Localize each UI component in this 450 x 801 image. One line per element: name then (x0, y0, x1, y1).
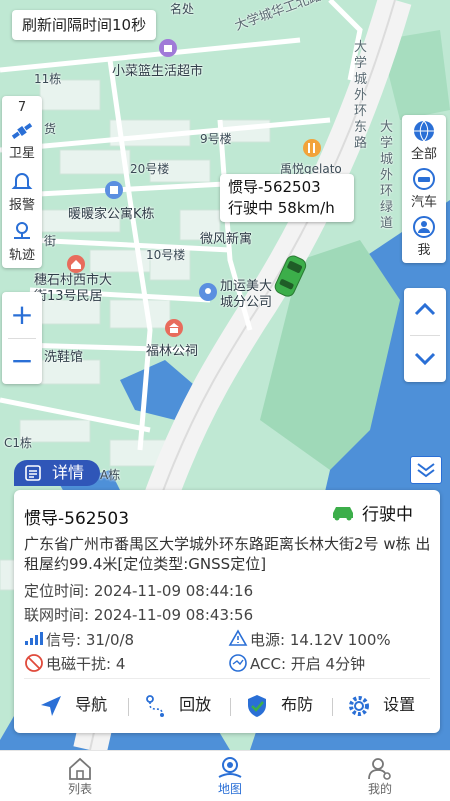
document-icon (25, 465, 41, 481)
detail-label: 详情 (52, 463, 85, 482)
settings-label: 设置 (383, 695, 416, 714)
track-icon (14, 222, 30, 239)
collapse-button[interactable] (410, 456, 442, 484)
card-address: 广东省广州市番禺区大学城外环东路距离长林大街2号 w栋 出租屋约99.4米[定位… (24, 535, 431, 573)
left-tool-panel: 7 卫星 报警 轨迹 (2, 96, 42, 268)
card-locate-time: 定位时间: 2024-11-09 08:44:16 (24, 582, 254, 600)
globe-icon (414, 120, 434, 142)
shield-icon (248, 694, 266, 717)
track-label: 轨迹 (8, 248, 35, 263)
refresh-interval-label: 刷新间隔时间10秒 (12, 10, 157, 40)
home-icon (69, 757, 91, 780)
card-power: 电源: 14.12V 100% (250, 631, 391, 649)
acc-icon (229, 654, 247, 672)
chevron-up-icon[interactable] (413, 298, 437, 322)
filter-car-label: 汽车 (410, 195, 437, 210)
car-status-icon (333, 507, 353, 521)
poi-food-icon (303, 139, 321, 157)
filter-me-button[interactable]: 我 (402, 215, 446, 259)
chevron-down-icon[interactable] (413, 346, 437, 370)
map-label-road-right2: 大学城外环绿道 (380, 120, 394, 231)
zoom-control: + − (2, 292, 42, 384)
map-label-xixie: 洗鞋馆 (44, 350, 84, 365)
arm-label: 布防 (281, 695, 314, 714)
poi-pin-icon (199, 283, 217, 301)
navigate-button[interactable]: 导航 (38, 686, 107, 724)
detail-button[interactable]: 详情 (14, 460, 100, 486)
playback-label: 回放 (179, 695, 212, 714)
map-pin-icon (218, 757, 242, 778)
satellite-count: 7 (17, 100, 27, 115)
emi-icon (25, 654, 43, 672)
callout-status-speed: 行驶中 58km/h (228, 199, 335, 217)
bottom-tab-bar: 列表 地图 我的 (0, 750, 450, 801)
track-button[interactable]: 轨迹 (2, 220, 42, 264)
card-net-time: 联网时间: 2024-11-09 08:43:56 (24, 606, 254, 624)
poi-apartment-icon (105, 181, 123, 199)
map-label-fulin: 福林公祠 (146, 344, 199, 359)
scroll-arrow-panel (404, 288, 446, 382)
tab-list[interactable]: 列表 (30, 751, 130, 801)
car-icon (413, 168, 435, 190)
poi-home-icon (67, 255, 85, 273)
tab-map[interactable]: 地图 (180, 751, 280, 801)
map-label-suishi: 穗石村西市大 街13号民居 (34, 273, 113, 304)
card-emi: 电磁干扰: 4 (46, 655, 126, 673)
map-label-jie: 街 (44, 234, 57, 248)
map-label-b20: 20号楼 (130, 162, 170, 176)
user-icon (413, 216, 435, 238)
map-label-b11: 11栋 (34, 72, 62, 86)
navigate-arrow-icon (41, 695, 61, 716)
zoom-out-button[interactable]: − (2, 338, 42, 384)
double-chevron-down-icon (417, 463, 435, 478)
map-label-nuanuan: 暖暖家公寓K栋 (68, 207, 155, 222)
map-label-b9: 9号楼 (200, 132, 232, 146)
tab-mine-label: 我的 (367, 782, 392, 796)
card-signal: 信号: 31/0/8 (46, 631, 135, 649)
card-acc: ACC: 开启 4分钟 (250, 655, 366, 673)
power-warning-icon (228, 629, 248, 646)
vehicle-callout[interactable]: 惯导-562503 行驶中 58km/h (220, 174, 354, 222)
callout-vehicle-name: 惯导-562503 (228, 178, 321, 196)
satellite-button[interactable]: 卫星 (2, 120, 42, 161)
route-icon (146, 694, 164, 717)
map-label-c1: C1栋 (4, 436, 33, 450)
zoom-in-button[interactable]: + (2, 292, 42, 338)
signal-icon (25, 632, 43, 645)
gear-icon (349, 695, 369, 716)
map-label-b10: 10号楼 (146, 248, 186, 262)
map-label-road-right1: 大学城外环东路 (354, 40, 368, 151)
tab-mine[interactable]: 我的 (330, 751, 430, 801)
navigate-label: 导航 (75, 695, 108, 714)
filter-car-button[interactable]: 汽车 (402, 167, 446, 211)
map-label-weifeng: 微风新寓 (200, 232, 253, 247)
poi-shop-icon (159, 39, 177, 57)
map-label-huo: 货 (44, 122, 57, 136)
tab-list-label: 列表 (67, 782, 92, 796)
card-status: 行驶中 (362, 505, 413, 525)
map-label-top-frag: 名处 (170, 2, 195, 16)
alarm-label: 报警 (8, 198, 35, 213)
filter-me-label: 我 (417, 243, 431, 258)
poi-temple-icon (165, 319, 183, 337)
alarm-button[interactable]: 报警 (2, 170, 42, 214)
settings-button[interactable]: 设置 (346, 686, 415, 724)
satellite-label: 卫星 (8, 146, 35, 161)
map-label-xiaocai: 小菜篮生活超市 (112, 64, 204, 79)
arm-button[interactable]: 布防 (244, 686, 313, 724)
filter-all-label: 全部 (410, 147, 437, 162)
bell-icon (11, 173, 33, 189)
playback-button[interactable]: 回放 (142, 686, 211, 724)
map-label-a: A栋 (100, 468, 121, 482)
tab-map-label: 地图 (217, 782, 242, 796)
satellite-icon (11, 123, 33, 139)
filter-all-button[interactable]: 全部 (402, 119, 446, 163)
right-filter-panel: 全部 汽车 我 (402, 115, 446, 263)
card-vehicle-name: 惯导-562503 (24, 509, 130, 529)
vehicle-car-icon[interactable] (270, 252, 310, 302)
user-settings-icon (368, 758, 391, 780)
map-label-jiayun: 加运美大 城分公司 (220, 279, 273, 310)
